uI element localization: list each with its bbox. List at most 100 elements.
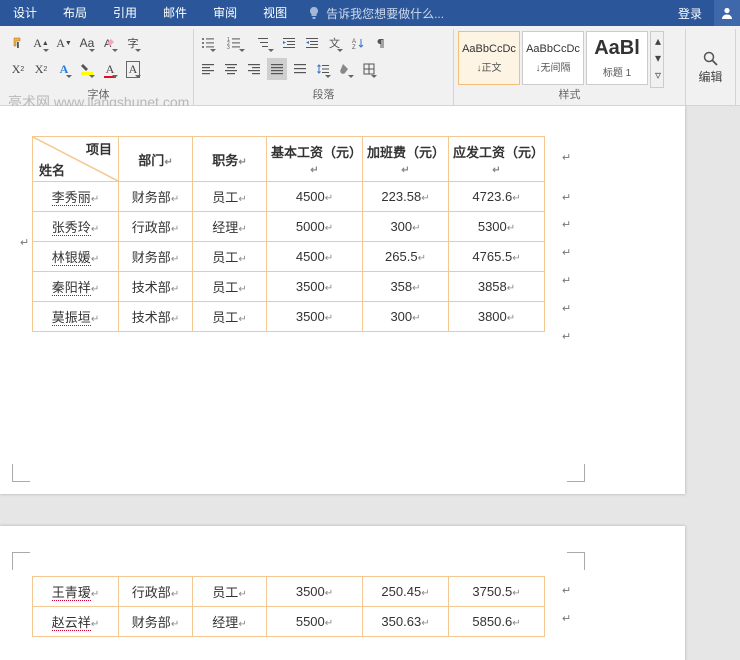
align-justify-button[interactable]: [267, 58, 287, 80]
table-cell[interactable]: 员工↵: [193, 302, 267, 332]
table-cell[interactable]: 经理↵: [193, 212, 267, 242]
table-cell[interactable]: 员工↵: [193, 242, 267, 272]
bullets-button[interactable]: [198, 32, 218, 54]
table-cell[interactable]: 3500↵: [267, 302, 363, 332]
line-spacing-button[interactable]: [313, 58, 333, 80]
table-cell[interactable]: 3500↵: [267, 272, 363, 302]
paragraph-mark: ↵: [562, 274, 571, 287]
table-cell[interactable]: 秦阳祥↵: [33, 272, 119, 302]
table-cell[interactable]: 223.58↵: [363, 182, 449, 212]
table-cell[interactable]: 3750.5↵: [449, 577, 545, 607]
page-1: ↵ 项目 姓名 部门↵ 职务↵ 基本工资（元）↵ 加班费（元）↵ 应发工资（元）…: [0, 106, 685, 494]
paragraph-mark: ↵: [562, 218, 571, 231]
table-cell[interactable]: 莫振垣↵: [33, 302, 119, 332]
table-cell[interactable]: 李秀丽↵: [33, 182, 119, 212]
sort-button[interactable]: AZ: [348, 32, 368, 54]
table-cell[interactable]: 赵云祥↵: [33, 607, 119, 637]
table-cell[interactable]: 5500↵: [267, 607, 363, 637]
style-normal[interactable]: AaBbCcDc↓正文: [458, 31, 520, 85]
format-painter-button[interactable]: [8, 32, 28, 54]
table-cell[interactable]: 张秀玲↵: [33, 212, 119, 242]
multilevel-button[interactable]: [250, 32, 276, 54]
table-cell[interactable]: 员工↵: [193, 272, 267, 302]
table-cell[interactable]: 技术部↵: [119, 302, 193, 332]
table-cell[interactable]: 300↵: [363, 302, 449, 332]
tab-layout[interactable]: 布局: [50, 0, 100, 26]
borders-button[interactable]: [359, 58, 379, 80]
salary-table-2[interactable]: 王青瑷↵行政部↵员工↵3500↵250.45↵3750.5↵赵云祥↵财务部↵经理…: [32, 576, 545, 637]
shading-button[interactable]: [336, 58, 356, 80]
style-heading1[interactable]: AaBl标题 1: [586, 31, 648, 85]
document-area[interactable]: ↵ 项目 姓名 部门↵ 职务↵ 基本工资（元）↵ 加班费（元）↵ 应发工资（元）…: [0, 106, 740, 660]
style-scroll-up[interactable]: ▴: [651, 32, 665, 49]
table-cell[interactable]: 员工↵: [193, 182, 267, 212]
login-button[interactable]: 登录: [666, 5, 714, 22]
table-cell[interactable]: 财务部↵: [119, 242, 193, 272]
asian-layout-button[interactable]: 文: [325, 32, 345, 54]
table-cell[interactable]: 4500↵: [267, 182, 363, 212]
style-scroll-down[interactable]: ▾: [651, 49, 665, 66]
table-cell[interactable]: 358↵: [363, 272, 449, 302]
clear-format-button[interactable]: A: [100, 32, 120, 54]
change-case-button[interactable]: Aa: [77, 32, 97, 54]
table-cell[interactable]: 3858↵: [449, 272, 545, 302]
table-cell[interactable]: 技术部↵: [119, 272, 193, 302]
char-border-button[interactable]: A: [123, 58, 143, 80]
share-button[interactable]: [714, 0, 740, 26]
tab-view[interactable]: 视图: [250, 0, 300, 26]
table-cell[interactable]: 行政部↵: [119, 212, 193, 242]
table-cell[interactable]: 5850.6↵: [449, 607, 545, 637]
table-cell[interactable]: 财务部↵: [119, 182, 193, 212]
align-distribute-button[interactable]: [290, 58, 310, 80]
table-cell[interactable]: 4723.6↵: [449, 182, 545, 212]
table-cell[interactable]: 王青瑷↵: [33, 577, 119, 607]
table-cell[interactable]: 4765.5↵: [449, 242, 545, 272]
superscript-button[interactable]: X2: [31, 58, 51, 80]
highlight-button[interactable]: [77, 58, 97, 80]
indent-left-button[interactable]: [279, 32, 299, 54]
indent-right-button[interactable]: [302, 32, 322, 54]
font-size-down-button[interactable]: A▼: [54, 32, 74, 54]
table-cell[interactable]: 5000↵: [267, 212, 363, 242]
table-row[interactable]: 王青瑷↵行政部↵员工↵3500↵250.45↵3750.5↵: [33, 577, 545, 607]
table-row[interactable]: 李秀丽↵财务部↵员工↵4500↵223.58↵4723.6↵: [33, 182, 545, 212]
tab-references[interactable]: 引用: [100, 0, 150, 26]
table-cell[interactable]: 4500↵: [267, 242, 363, 272]
tab-mailings[interactable]: 邮件: [150, 0, 200, 26]
table-cell[interactable]: 行政部↵: [119, 577, 193, 607]
table-row[interactable]: 张秀玲↵行政部↵经理↵5000↵300↵5300↵: [33, 212, 545, 242]
table-cell[interactable]: 300↵: [363, 212, 449, 242]
align-right-button[interactable]: [244, 58, 264, 80]
table-cell[interactable]: 林银媛↵: [33, 242, 119, 272]
table-row[interactable]: 赵云祥↵财务部↵经理↵5500↵350.63↵5850.6↵: [33, 607, 545, 637]
align-center-button[interactable]: [221, 58, 241, 80]
table-cell[interactable]: 5300↵: [449, 212, 545, 242]
table-cell[interactable]: 经理↵: [193, 607, 267, 637]
table-cell[interactable]: 265.5↵: [363, 242, 449, 272]
style-nospace[interactable]: AaBbCcDc↓无间隔: [522, 31, 584, 85]
phonetic-guide-button[interactable]: 字: [123, 32, 143, 54]
tab-review[interactable]: 审阅: [200, 0, 250, 26]
table-cell[interactable]: 财务部↵: [119, 607, 193, 637]
table-cell[interactable]: 350.63↵: [363, 607, 449, 637]
edit-group[interactable]: 编辑: [686, 29, 736, 105]
table-row[interactable]: 林银媛↵财务部↵员工↵4500↵265.5↵4765.5↵: [33, 242, 545, 272]
salary-table-1[interactable]: 项目 姓名 部门↵ 职务↵ 基本工资（元）↵ 加班费（元）↵ 应发工资（元）↵ …: [32, 136, 545, 332]
numbering-button[interactable]: 123: [221, 32, 247, 54]
text-effects-button[interactable]: A: [54, 58, 74, 80]
show-marks-button[interactable]: [371, 32, 391, 54]
table-cell[interactable]: 250.45↵: [363, 577, 449, 607]
table-cell[interactable]: 3500↵: [267, 577, 363, 607]
table-body: 李秀丽↵财务部↵员工↵4500↵223.58↵4723.6↵张秀玲↵行政部↵经理…: [33, 182, 545, 332]
table-row[interactable]: 莫振垣↵技术部↵员工↵3500↵300↵3800↵: [33, 302, 545, 332]
table-cell[interactable]: 3800↵: [449, 302, 545, 332]
subscript-button[interactable]: X2: [8, 58, 28, 80]
font-size-up-button[interactable]: A▲: [31, 32, 51, 54]
align-left-button[interactable]: [198, 58, 218, 80]
table-cell[interactable]: 员工↵: [193, 577, 267, 607]
font-color-button[interactable]: A: [100, 58, 120, 80]
style-expand[interactable]: ▿: [651, 66, 665, 83]
table-row[interactable]: 秦阳祥↵技术部↵员工↵3500↵358↵3858↵: [33, 272, 545, 302]
tab-design[interactable]: 设计: [0, 0, 50, 26]
tell-me-search[interactable]: 告诉我您想要做什么...: [308, 5, 444, 22]
